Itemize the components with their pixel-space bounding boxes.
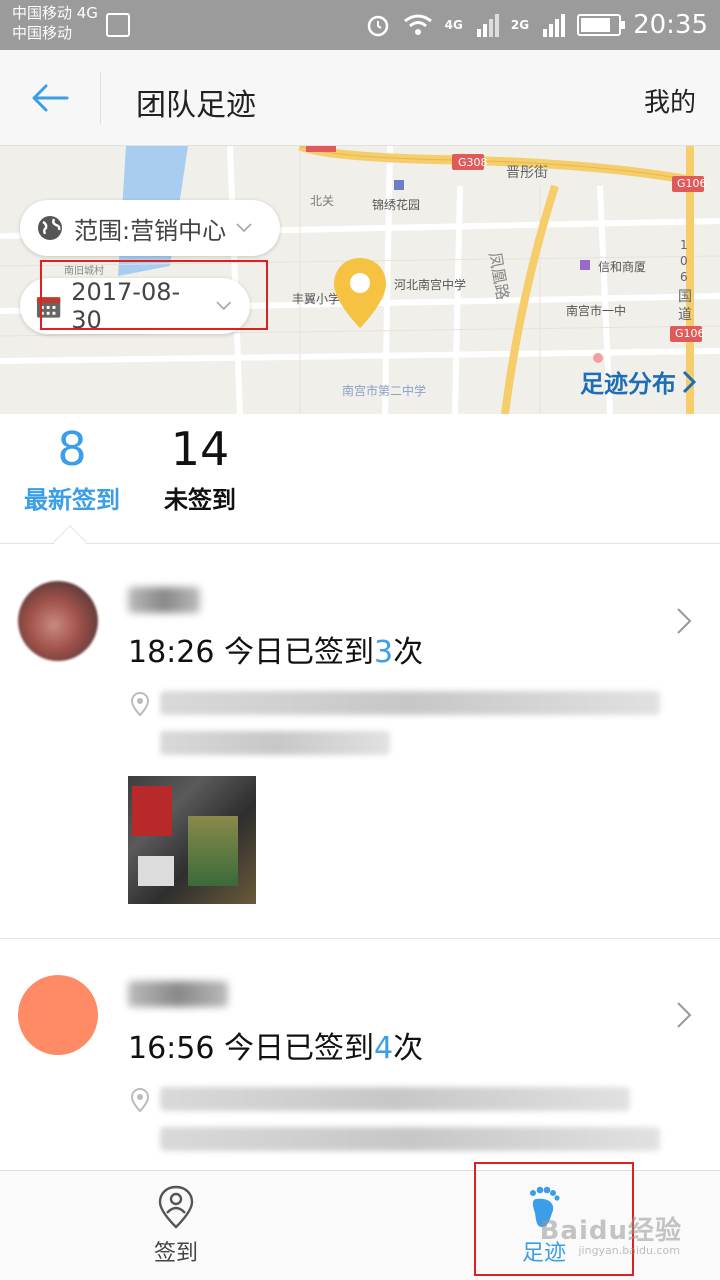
mine-button[interactable]: 我的 [644, 82, 696, 119]
list-item[interactable]: 18:26 今日已签到3次 [0, 545, 720, 938]
blurred-name [128, 587, 200, 613]
watermark: Baidu经验 [539, 1216, 682, 1246]
chevron-right-icon [682, 370, 696, 393]
nav-tab-signin[interactable]: 签到 [96, 1171, 256, 1280]
latest-label: 最新签到 [24, 486, 120, 514]
footprint-distribution-link[interactable]: 足迹分布 [580, 364, 696, 399]
signin-time: 18:26 [128, 635, 215, 670]
nav-label: 签到 [153, 1241, 198, 1266]
app-header: 团队足迹 我的 [0, 50, 720, 146]
location-person-icon [158, 1185, 194, 1229]
location-pin-icon [334, 258, 386, 328]
carrier-label: 中国移动 4G [12, 4, 98, 22]
network-label-4g: 4G [444, 18, 463, 32]
map-label: G308 [458, 156, 488, 169]
map-label: 河北南宫中学 [394, 278, 467, 292]
unsigned-label: 未签到 [164, 486, 236, 514]
map-view[interactable]: G308 晋彤街 G106 北关 锦绣花园 信和商厦 南旧城村 河北南宫中学 丰… [0, 146, 720, 414]
map-label: 国 [678, 289, 692, 305]
signin-unit: 次 [393, 1031, 424, 1066]
signin-summary: 18:26 今日已签到3次 [128, 627, 423, 671]
range-selector[interactable]: 范围:营销中心 [20, 200, 280, 256]
map-label: 信和商厦 [598, 260, 647, 274]
network-label-2g: 2G [510, 18, 530, 32]
status-bar: 中国移动 4G 中国移动 4G 2G 20:35 [0, 0, 720, 50]
signin-time: 16:56 [128, 1031, 215, 1066]
blurred-address [160, 731, 390, 755]
status-icons: 4G 2G 20:35 [365, 0, 708, 50]
map-label: 0 [680, 254, 688, 268]
location-icon [130, 691, 150, 717]
list-item[interactable]: 16:56 今日已签到4次 [0, 939, 720, 1170]
carrier-label-2: 中国移动 [12, 24, 73, 42]
location-icon [130, 1087, 150, 1113]
battery-icon [577, 14, 626, 36]
blurred-address [160, 691, 660, 715]
page-title: 团队足迹 [136, 88, 256, 123]
blurred-name [128, 981, 228, 1007]
header-divider [100, 72, 101, 124]
back-button[interactable] [22, 74, 78, 122]
watermark-url: jingyan.baidu.com [578, 1244, 680, 1257]
map-label: 南宫市第二中学 [342, 384, 427, 398]
tab-latest-signin[interactable]: 8 最新签到 [14, 420, 130, 515]
signin-text: 今日已签到 [224, 1031, 375, 1066]
range-label: 范围:营销中心 [74, 216, 227, 245]
signin-unit: 次 [393, 635, 424, 670]
blurred-address [160, 1087, 630, 1111]
latest-count: 8 [57, 422, 87, 476]
signin-count: 3 [374, 635, 394, 670]
tab-unsigned[interactable]: 14 未签到 [150, 420, 250, 515]
avatar [18, 975, 98, 1055]
avatar [18, 581, 98, 661]
image-icon [106, 13, 130, 37]
signin-summary: 16:56 今日已签到4次 [128, 1023, 423, 1067]
wifi-icon [403, 14, 432, 35]
map-label: 北关 [310, 194, 335, 208]
clock: 20:35 [633, 10, 708, 40]
globe-icon [38, 216, 62, 240]
signal-icon [543, 14, 566, 37]
chevron-right-icon [677, 1002, 692, 1028]
signin-text: 今日已签到 [224, 635, 375, 670]
unsigned-count: 14 [170, 422, 230, 476]
map-label: 1 [680, 238, 688, 252]
map-label: 南宫市一中 [566, 304, 627, 318]
map-label: 锦绣花园 [372, 198, 421, 212]
chevron-right-icon [677, 608, 692, 634]
arrow-left-icon [32, 84, 69, 112]
distribution-label: 足迹分布 [580, 370, 676, 398]
stats-tabs: 8 最新签到 14 未签到 [0, 414, 720, 544]
highlight-box [40, 260, 268, 330]
map-label: 晋彤街 [506, 165, 548, 181]
map-label: G106 [677, 177, 707, 190]
map-label: G106 [675, 327, 705, 340]
map-label: 6 [680, 270, 688, 284]
map-label: 道 [678, 307, 692, 323]
signin-photo-thumbnail[interactable] [128, 776, 256, 904]
signal-icon [476, 14, 499, 37]
alarm-icon [367, 15, 388, 37]
chevron-down-icon [236, 223, 252, 233]
signin-count: 4 [374, 1031, 394, 1066]
blurred-address [160, 1127, 660, 1151]
